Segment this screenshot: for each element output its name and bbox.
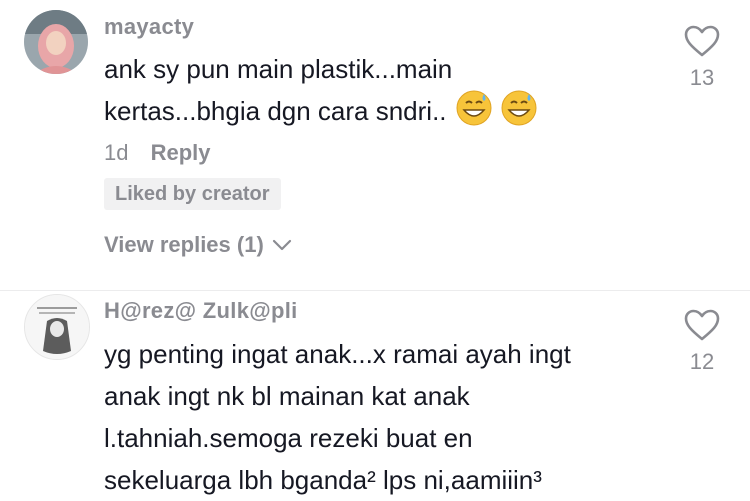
comment-text-line: kertas...bhgia dgn cara sndri.. <box>104 90 644 147</box>
chevron-down-icon <box>272 239 291 251</box>
view-replies-label: View replies (1) <box>104 232 264 257</box>
divider <box>0 290 750 291</box>
like-control[interactable]: 13 <box>676 24 728 91</box>
comment-text-line: anak ingt nk bl mainan kat anak <box>104 381 470 411</box>
avatar[interactable] <box>24 10 88 74</box>
comment-timestamp: 1d <box>104 140 129 165</box>
comment-text: yg penting ingat anak...x ramai ayah ing… <box>104 333 664 501</box>
comment-text-segment: kertas...bhgia dgn cara sndri.. <box>104 96 447 126</box>
avatar-image <box>24 10 88 74</box>
like-count: 13 <box>689 65 715 90</box>
comment-text-line: sekeluarga lbh bganda² lps ni,aamiiin³ <box>104 465 542 495</box>
comment-text-line: l.tahniah.semoga rezeki buat en <box>104 423 473 453</box>
reply-button[interactable]: Reply <box>151 140 211 165</box>
comment-username[interactable]: mayacty <box>104 14 194 40</box>
avatar[interactable] <box>24 294 90 360</box>
comment-text-line: ank sy pun main plastik...main <box>104 54 453 84</box>
comment-text-line: yg penting ingat anak...x ramai ayah ing… <box>104 339 571 369</box>
grinning-sweat-emoji-icon <box>501 90 537 147</box>
like-control[interactable]: 12 <box>676 308 728 375</box>
like-count: 12 <box>689 349 715 374</box>
heart-icon[interactable] <box>683 24 721 58</box>
comment-text: ank sy pun main plastik...main kertas...… <box>104 48 644 147</box>
view-replies-button[interactable]: View replies (1) <box>104 232 292 258</box>
avatar-image <box>25 295 89 359</box>
comment-username[interactable]: H@rez@ Zulk@pli <box>104 298 298 324</box>
comment-meta: 1d Reply <box>104 140 211 166</box>
heart-icon[interactable] <box>683 308 721 342</box>
liked-by-creator-badge: Liked by creator <box>104 178 281 210</box>
grinning-sweat-emoji-icon <box>456 90 492 147</box>
